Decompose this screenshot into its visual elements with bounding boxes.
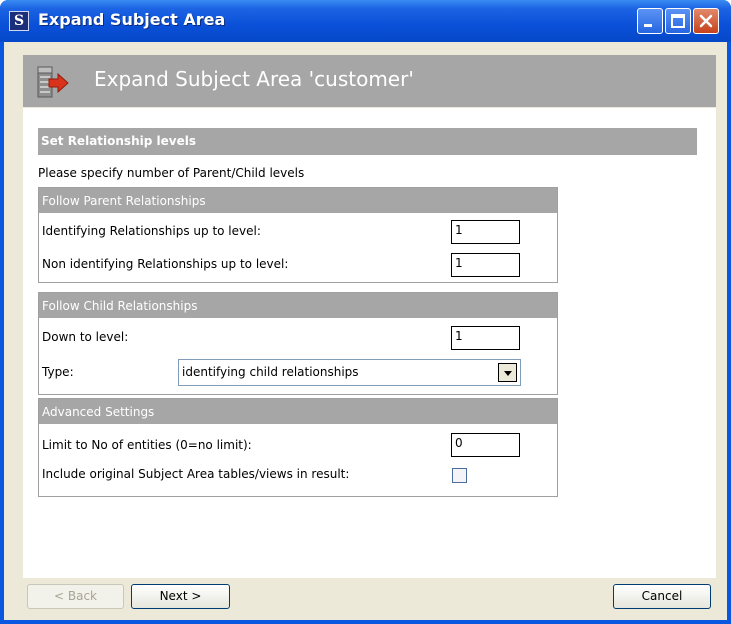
down-to-level-input[interactable]: 1 (451, 326, 520, 350)
identifying-label: Identifying Relationships up to level: (42, 224, 261, 238)
advanced-settings-group: Advanced Settings Limit to No of entitie… (38, 398, 558, 497)
child-relationships-group: Follow Child Relationships Down to level… (38, 292, 558, 395)
non-identifying-level-input[interactable]: 1 (451, 253, 520, 277)
expand-subject-area-window: S Expand Subject Area Expand Subject Are… (0, 0, 731, 624)
parent-relationships-group: Follow Parent Relationships Identifying … (38, 187, 558, 283)
wizard-panel: Set Relationship levels Please specify n… (23, 108, 716, 578)
window-title: Expand Subject Area (38, 10, 226, 29)
include-original-checkbox[interactable] (452, 468, 467, 483)
section-title: Set Relationship levels (38, 128, 697, 155)
child-group-header: Follow Child Relationships (39, 293, 557, 318)
minimize-icon[interactable] (637, 8, 663, 34)
back-button[interactable]: < Back (27, 584, 124, 609)
include-original-label: Include original Subject Area tables/vie… (42, 467, 350, 481)
advanced-group-header: Advanced Settings (39, 399, 557, 424)
wizard-banner: Expand Subject Area 'customer' (23, 55, 716, 107)
instruction-text: Please specify number of Parent/Child le… (38, 166, 305, 180)
expand-subject-area-icon (37, 65, 71, 99)
banner-title: Expand Subject Area 'customer' (94, 67, 414, 91)
dialog-client-area: Expand Subject Area 'customer' Set Relat… (4, 42, 727, 620)
non-identifying-label: Non identifying Relationships up to leve… (42, 257, 289, 271)
identifying-level-input[interactable]: 1 (451, 220, 520, 244)
parent-group-header: Follow Parent Relationships (39, 188, 557, 213)
type-label: Type: (42, 365, 74, 379)
cancel-button[interactable]: Cancel (613, 584, 711, 609)
entity-limit-input[interactable]: 0 (451, 433, 520, 457)
relationship-type-select[interactable]: identifying child relationships (178, 359, 521, 386)
down-to-level-label: Down to level: (42, 330, 129, 344)
app-icon: S (9, 11, 29, 31)
entity-limit-label: Limit to No of entities (0=no limit): (42, 438, 252, 452)
next-button[interactable]: Next > (131, 584, 230, 609)
close-icon[interactable] (693, 8, 719, 34)
relationship-type-value: identifying child relationships (182, 365, 359, 379)
title-bar[interactable]: S Expand Subject Area (0, 0, 731, 42)
chevron-down-icon[interactable] (498, 363, 517, 382)
maximize-icon[interactable] (665, 8, 691, 34)
